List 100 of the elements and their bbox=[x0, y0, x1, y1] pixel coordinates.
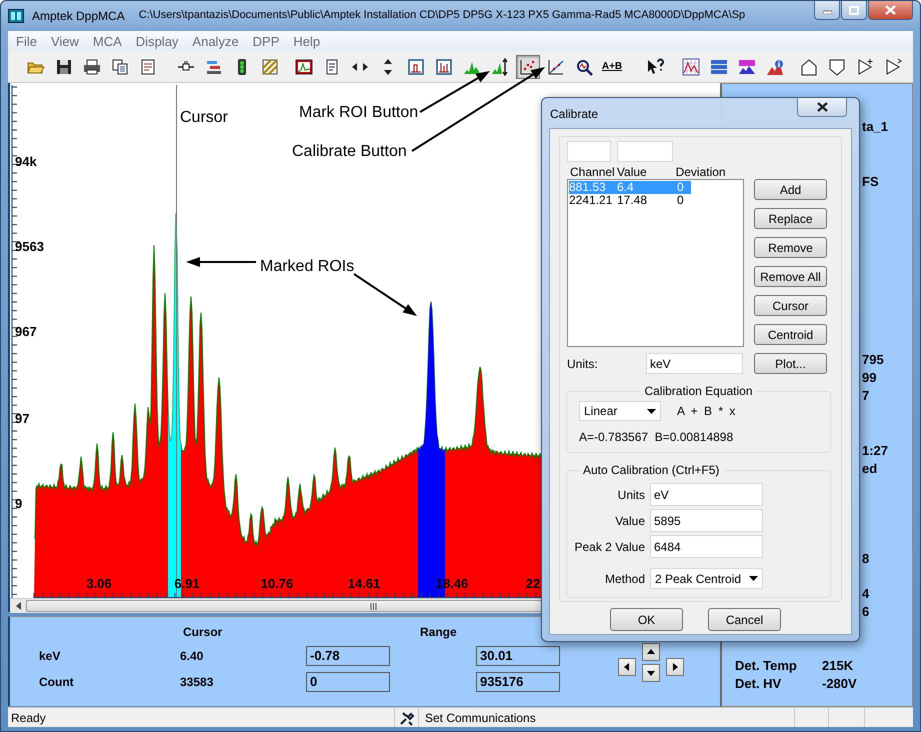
input-field[interactable]: keV bbox=[646, 353, 743, 374]
column-header: Deviation bbox=[676, 165, 727, 179]
formula-text: A + B * x bbox=[677, 404, 736, 418]
dialog-button[interactable]: Remove bbox=[754, 237, 827, 258]
arrow bbox=[353, 273, 417, 316]
field-label: Value bbox=[614, 514, 645, 528]
menu-item[interactable]: Analyze bbox=[185, 34, 246, 48]
up-button[interactable] bbox=[642, 643, 660, 661]
menu-item[interactable]: File bbox=[9, 34, 44, 48]
dialog-button[interactable]: OK bbox=[610, 608, 683, 631]
cursor-value: 6.40 bbox=[180, 649, 204, 663]
menu-item[interactable]: Display bbox=[128, 34, 186, 48]
axis-label: 97 bbox=[15, 411, 30, 426]
text-fragment: ed bbox=[862, 461, 878, 476]
dialog-button[interactable]: Cursor bbox=[754, 295, 827, 316]
axis-label: 22 bbox=[526, 576, 540, 591]
stacked-bars-icon bbox=[710, 58, 728, 76]
down-button[interactable] bbox=[642, 664, 660, 682]
range-start-box: -0.78 bbox=[306, 646, 390, 666]
input-field[interactable]: 6484 bbox=[650, 535, 763, 558]
input-field[interactable]: eV bbox=[650, 483, 763, 506]
axis-label: 967 bbox=[15, 324, 37, 339]
text-fragment: 7 bbox=[862, 388, 870, 403]
dialog-title: Calibrate bbox=[550, 107, 598, 121]
menu-item[interactable]: Help bbox=[286, 34, 328, 48]
menu-item[interactable]: View bbox=[44, 34, 86, 48]
dropdown[interactable]: 2 Peak Centroid bbox=[650, 568, 763, 589]
menu-item[interactable]: DPP bbox=[246, 34, 286, 48]
text-fragment: 795 bbox=[862, 352, 884, 367]
copy-icon bbox=[111, 58, 129, 76]
text-fragment: 8 bbox=[862, 551, 870, 566]
list-box[interactable]: 881.53 6.4 0 2241.21 17.48 0 bbox=[567, 179, 744, 347]
dialog-button[interactable]: Replace bbox=[754, 208, 827, 229]
toolbar-button[interactable]: A+B bbox=[600, 54, 624, 78]
left-button[interactable] bbox=[618, 658, 636, 676]
field-label: Units: bbox=[567, 356, 599, 370]
scatter-icon bbox=[519, 58, 537, 76]
input-field[interactable] bbox=[617, 141, 673, 162]
coefficients-text: A=-0.783567 B=0.00814898 bbox=[579, 430, 734, 444]
close-button[interactable] bbox=[797, 98, 847, 117]
column-header: Value bbox=[616, 165, 648, 179]
maximize-button[interactable] bbox=[841, 1, 867, 20]
menu-item[interactable]: MCA bbox=[86, 34, 129, 48]
column-header: Cursor bbox=[182, 625, 224, 639]
list-row[interactable]: 2241.21 17.48 0 bbox=[569, 194, 691, 207]
cursor-value: 33583 bbox=[180, 675, 214, 689]
range-start-box: 0 bbox=[306, 672, 390, 692]
right-arrow-icon bbox=[671, 663, 679, 671]
grip-icon bbox=[370, 602, 376, 610]
right-button[interactable] bbox=[666, 658, 684, 676]
minimize-button[interactable] bbox=[814, 1, 840, 20]
printer-icon bbox=[83, 58, 101, 76]
hatched-square-icon bbox=[261, 58, 279, 76]
input-field[interactable]: 5895 bbox=[650, 509, 763, 532]
field-value: -280V bbox=[822, 675, 857, 693]
document-icon bbox=[139, 58, 157, 76]
text-fragment: 6 bbox=[862, 604, 870, 619]
magnifier-icon bbox=[575, 58, 593, 76]
play-icon bbox=[884, 58, 902, 76]
arrow bbox=[186, 257, 256, 267]
grid-chart-icon bbox=[682, 58, 700, 76]
field-label: Peak 2 Value bbox=[574, 540, 645, 554]
text-fragment: 4 bbox=[862, 586, 870, 601]
plug-icon bbox=[398, 710, 414, 726]
input-field[interactable] bbox=[567, 141, 611, 162]
shield-icon bbox=[828, 58, 846, 76]
text-fragment: 1:27 bbox=[862, 443, 888, 458]
group-label: Calibration Equation bbox=[643, 384, 754, 398]
column-header: Range bbox=[419, 625, 458, 639]
colored-blocks-icon bbox=[738, 58, 756, 76]
annotation-label: Marked ROIs bbox=[260, 258, 354, 275]
peak-window-icon bbox=[435, 58, 453, 76]
dropdown[interactable]: Linear bbox=[579, 401, 661, 421]
row-label: keV bbox=[39, 649, 62, 663]
dialog-button[interactable]: Add bbox=[754, 179, 827, 200]
text-fragment: ta_1 bbox=[862, 119, 888, 134]
left-arrow-icon bbox=[623, 663, 631, 671]
dialog-button[interactable]: Plot... bbox=[754, 353, 827, 374]
row-label: Count bbox=[39, 675, 75, 689]
info-icon bbox=[766, 58, 784, 76]
app-icon bbox=[8, 9, 24, 23]
annotation-label: Mark ROI Button bbox=[299, 104, 418, 121]
down-arrow-icon bbox=[647, 669, 655, 677]
left-arrow-icon bbox=[16, 602, 20, 610]
field-value: 215K bbox=[822, 657, 854, 675]
window-title: Amptek DppMCA bbox=[32, 9, 125, 23]
house-icon bbox=[800, 58, 818, 76]
dialog-button[interactable]: Remove All bbox=[754, 266, 827, 287]
axis-label: 94k bbox=[15, 154, 37, 169]
range-end-box: 30.01 bbox=[476, 646, 560, 666]
status-text: Set Communications bbox=[425, 710, 536, 724]
axis-label: 9 bbox=[15, 496, 22, 511]
caret-icon bbox=[647, 408, 656, 414]
file-path: C:\Users\tpantazis\Documents\Public\Amptek Installation CD\DP5 DP5G X-123 PX5 Gamma-Rad5 MCA8000D\DppMCA\Sp bbox=[138, 9, 746, 21]
dialog-button[interactable]: Cancel bbox=[708, 608, 781, 631]
close-icon bbox=[816, 102, 828, 112]
dialog-button[interactable]: Centroid bbox=[754, 324, 827, 345]
close-button[interactable] bbox=[868, 1, 913, 20]
axis-label: 10.76 bbox=[260, 576, 294, 591]
axis-label: 9563 bbox=[15, 239, 44, 254]
